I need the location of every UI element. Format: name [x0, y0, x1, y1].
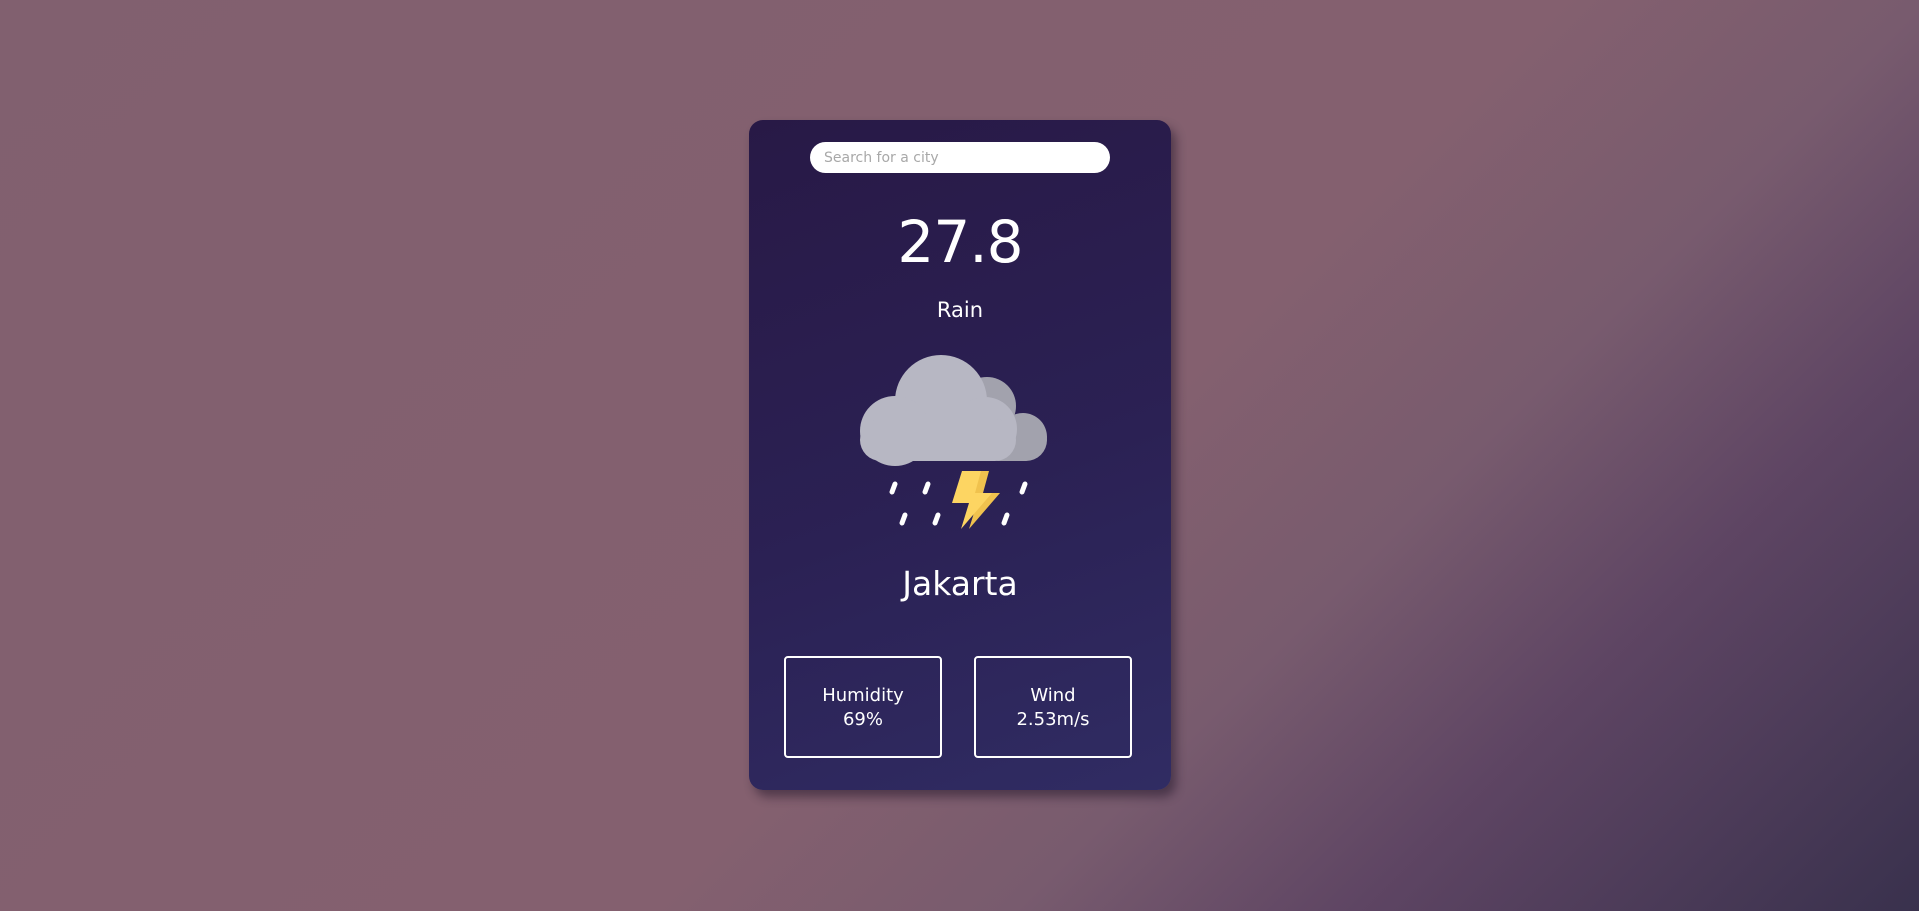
wind-label: Wind [1030, 684, 1076, 706]
wind-value: 2.53m/s [1016, 708, 1090, 730]
search-input[interactable] [810, 142, 1110, 173]
humidity-box: Humidity 69% [784, 656, 942, 758]
humidity-label: Humidity [822, 684, 904, 706]
weather-condition: Rain [936, 298, 984, 322]
humidity-value: 69% [842, 708, 883, 730]
city-name: Jakarta [902, 564, 1018, 603]
wind-box: Wind 2.53m/s [974, 656, 1132, 758]
weather-card: 27.8 Rain Jakarta Humidity [749, 120, 1171, 790]
thunderstorm-rain-icon [860, 355, 1047, 529]
temperature-value: 27.8 [897, 208, 1023, 276]
